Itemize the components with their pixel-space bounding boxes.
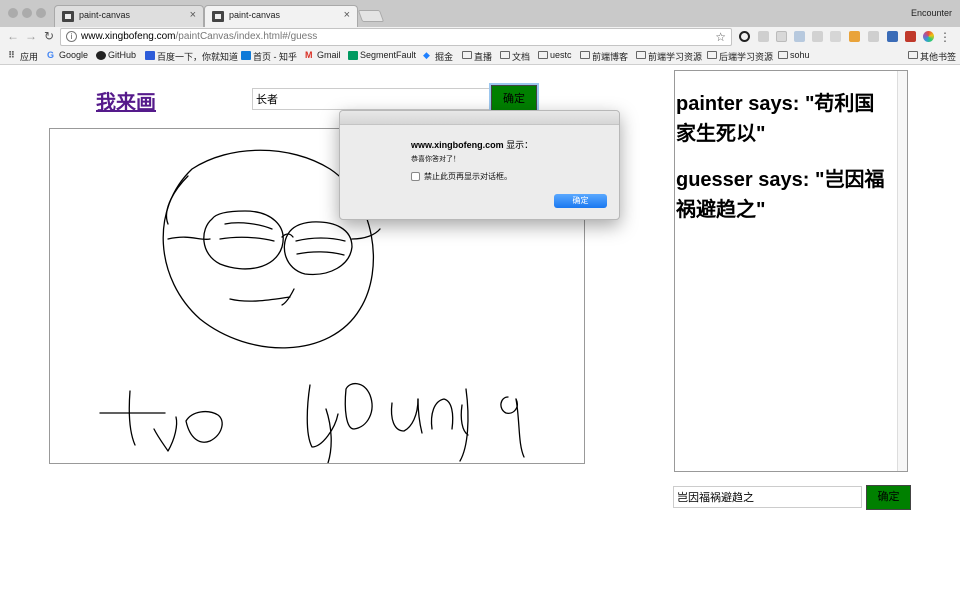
folder-icon xyxy=(462,51,472,59)
extension-icon[interactable] xyxy=(923,31,934,42)
chat-scrollbar[interactable] xyxy=(897,71,907,471)
url-host: www.xingbofeng.com xyxy=(81,31,176,42)
bookmark-folder[interactable]: 前端博客 xyxy=(580,50,628,63)
bookmark-folder[interactable]: sohu xyxy=(778,50,810,60)
folder-icon xyxy=(500,51,510,59)
tab-title: paint-canvas xyxy=(229,10,281,20)
bookmark-star-icon[interactable]: ☆ xyxy=(715,30,726,44)
guess-confirm-button[interactable]: 确定 xyxy=(866,485,911,510)
new-tab-button[interactable] xyxy=(357,10,385,22)
apps-grid-icon: ⠿ xyxy=(8,50,16,60)
back-arrow-icon[interactable]: ← xyxy=(5,29,21,43)
dialog-header xyxy=(340,111,619,125)
tab-title: paint-canvas xyxy=(79,10,131,20)
minimize-window-icon[interactable] xyxy=(22,8,32,18)
segmentfault-icon xyxy=(348,51,358,60)
address-bar[interactable]: i www.xingbofeng.com/paintCanvas/index.h… xyxy=(60,28,732,46)
word-input[interactable] xyxy=(252,88,490,110)
guesser-message: guesser says: "岂因福祸避趋之" xyxy=(676,169,885,221)
bookmark-folder[interactable]: 直播 xyxy=(462,50,492,63)
folder-icon xyxy=(707,51,717,59)
painter-message: painter says: "苟利国家生死以" xyxy=(676,93,875,145)
browser-toolbar: ← → ↻ i www.xingbofeng.com/paintCanvas/i… xyxy=(0,27,960,47)
maximize-window-icon[interactable] xyxy=(36,8,46,18)
extension-icon[interactable] xyxy=(849,31,860,42)
bookmark-folder[interactable]: 文档 xyxy=(500,50,530,63)
bookmark-baidu[interactable]: 百度一下，你就知道 xyxy=(145,50,238,63)
google-icon: G xyxy=(47,50,55,60)
extension-icon[interactable] xyxy=(905,31,916,42)
dialog-suffix: 显示： xyxy=(503,140,534,150)
browser-chrome: paint-canvas × paint-canvas × Encounter … xyxy=(0,0,960,66)
extension-icon[interactable] xyxy=(758,31,769,42)
close-window-icon[interactable] xyxy=(8,8,18,18)
bookmark-juejin[interactable]: ◆ 掘金 xyxy=(423,50,453,63)
bookmark-zhihu[interactable]: 首页 - 知乎 xyxy=(241,50,297,63)
gmail-icon: M xyxy=(305,50,313,60)
info-icon[interactable]: i xyxy=(66,31,77,42)
juejin-icon: ◆ xyxy=(423,50,430,60)
folder-icon xyxy=(636,51,646,59)
browser-tab-1[interactable]: paint-canvas × xyxy=(54,5,204,27)
suppress-dialogs-label[interactable]: 禁止此页再显示对话框。 xyxy=(424,171,512,182)
bookmark-folder-other[interactable]: 其他书签 xyxy=(908,50,956,63)
folder-icon xyxy=(778,51,788,59)
title-link[interactable]: 我来画 xyxy=(96,86,156,115)
baidu-icon xyxy=(145,51,155,60)
chat-panel[interactable]: painter says: "苟利国家生死以" guesser says: "岂… xyxy=(674,70,908,472)
bookmark-folder[interactable]: uestc xyxy=(538,50,572,60)
bookmark-folder[interactable]: 后端学习资源 xyxy=(707,50,773,63)
alert-dialog: www.xingbofeng.com 显示： 恭喜你答对了！ 禁止此页再显示对话… xyxy=(339,110,620,220)
url-path: /paintCanvas/index.html#/guess xyxy=(175,31,318,42)
bookmark-segmentfault[interactable]: SegmentFault xyxy=(348,50,416,60)
bookmark-gmail[interactable]: M Gmail xyxy=(305,50,341,60)
profile-name[interactable]: Encounter xyxy=(911,8,952,18)
dialog-title: www.xingbofeng.com 显示： xyxy=(411,138,533,151)
zhihu-icon xyxy=(241,51,251,60)
more-menu-icon[interactable]: ⋮ xyxy=(939,30,951,44)
folder-icon xyxy=(580,51,590,59)
browser-tab-2[interactable]: paint-canvas × xyxy=(204,5,358,27)
extension-icon[interactable] xyxy=(887,31,898,42)
suppress-dialogs-checkbox[interactable] xyxy=(411,172,420,181)
bookmark-google[interactable]: G Google xyxy=(47,50,88,60)
extension-icon[interactable] xyxy=(830,31,841,42)
bookmark-github[interactable]: GitHub xyxy=(96,50,136,60)
bookmarks-bar: ⠿ 应用 G Google GitHub 百度一下，你就知道 首页 - 知乎 M Gm… xyxy=(0,47,960,65)
extension-icon[interactable] xyxy=(794,31,805,42)
extension-icon[interactable] xyxy=(812,31,823,42)
guess-input[interactable] xyxy=(673,486,862,508)
folder-icon xyxy=(908,51,918,59)
close-tab-icon[interactable]: × xyxy=(190,9,196,21)
close-tab-icon[interactable]: × xyxy=(344,9,350,21)
dialog-message: 恭喜你答对了！ xyxy=(411,156,460,163)
tab-strip: paint-canvas × paint-canvas × Encounter xyxy=(0,0,960,27)
extension-ring-icon[interactable] xyxy=(739,31,750,42)
extension-icon[interactable] xyxy=(776,31,787,42)
reload-icon[interactable]: ↻ xyxy=(41,29,57,43)
dialog-ok-button[interactable]: 确定 xyxy=(554,194,607,208)
bookmark-apps[interactable]: ⠿ 应用 xyxy=(8,50,38,63)
page-favicon-icon xyxy=(212,11,224,22)
extension-icon[interactable] xyxy=(868,31,879,42)
page-favicon-icon xyxy=(62,11,74,22)
dialog-site: www.xingbofeng.com xyxy=(411,140,504,150)
bookmark-folder[interactable]: 前端学习资源 xyxy=(636,50,702,63)
forward-arrow-icon[interactable]: → xyxy=(23,29,39,43)
github-icon xyxy=(96,51,106,60)
folder-icon xyxy=(538,51,548,59)
